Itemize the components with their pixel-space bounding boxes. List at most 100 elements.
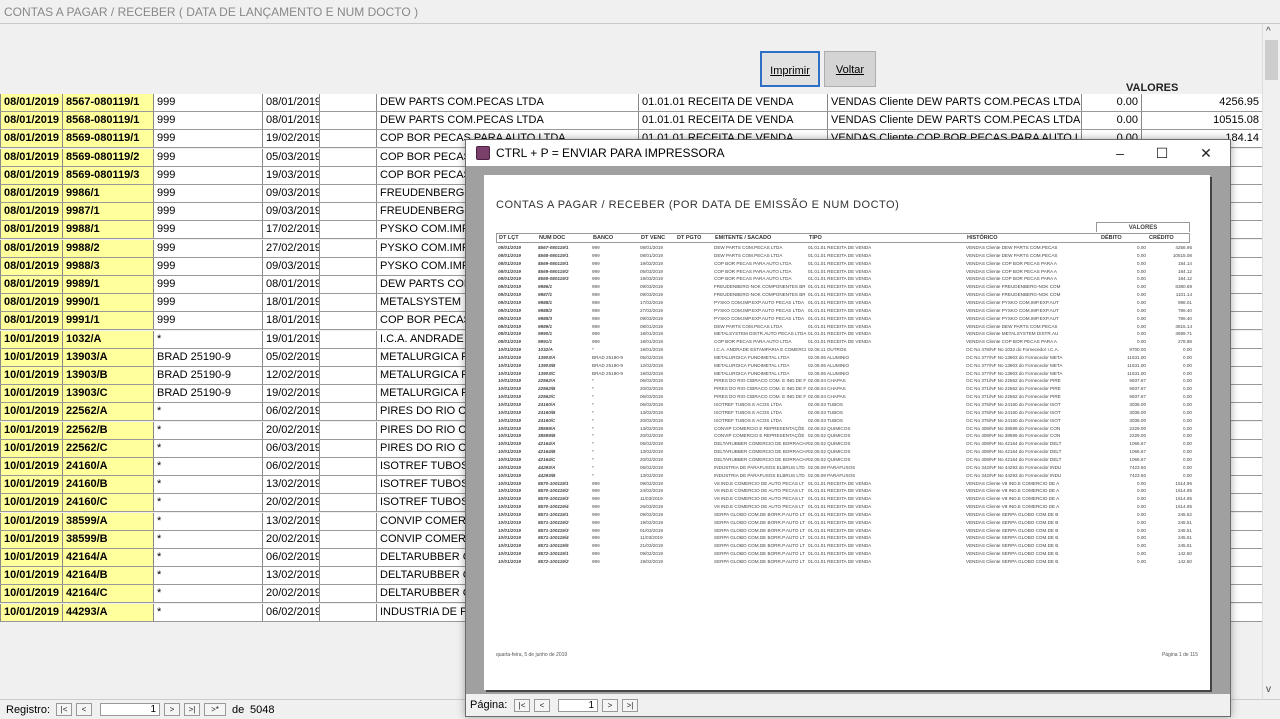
cell-dt-pgto[interactable] <box>319 185 376 202</box>
vertical-scrollbar[interactable]: ^ v <box>1262 24 1280 699</box>
prev-record-icon[interactable]: < <box>76 703 92 716</box>
cell-banco[interactable]: 999 <box>153 203 262 221</box>
cell-dt-venc[interactable]: 19/02/2019 <box>262 385 319 403</box>
cell-dt-venc[interactable]: 09/03/2019 <box>262 257 319 275</box>
cell-dt-lct[interactable]: 10/01/2019 <box>0 385 62 403</box>
cell-banco[interactable]: 999 <box>153 276 262 293</box>
cell-dt-venc[interactable]: 06/02/2019 <box>262 549 319 566</box>
cell-dt-pgto[interactable] <box>319 567 376 585</box>
cell-banco[interactable]: 999 <box>153 148 262 166</box>
cell-num-doc[interactable]: 9988/1 <box>62 221 153 239</box>
cell-num-doc[interactable]: 38599/B <box>62 530 153 548</box>
cell-dt-venc[interactable]: 18/01/2019 <box>262 294 319 312</box>
cell-num-doc[interactable]: 24160/A <box>62 458 153 475</box>
cell-banco[interactable]: 999 <box>153 185 262 202</box>
cell-banco[interactable]: * <box>153 585 262 603</box>
cell-num-doc[interactable]: 8567-080119/1 <box>62 94 153 111</box>
cell-dt-lct[interactable]: 10/01/2019 <box>0 458 62 475</box>
last-record-icon[interactable]: >| <box>184 703 200 716</box>
back-button[interactable]: Voltar <box>824 51 876 87</box>
cell-banco[interactable]: * <box>153 567 262 585</box>
cell-num-doc[interactable]: 8569-080119/3 <box>62 166 153 184</box>
cell-dt-lct[interactable]: 10/01/2019 <box>0 567 62 585</box>
minimize-icon[interactable]: – <box>1100 140 1140 166</box>
cell-banco[interactable]: 999 <box>153 112 262 130</box>
cell-dt-pgto[interactable] <box>319 257 376 275</box>
cell-dt-pgto[interactable] <box>319 94 376 111</box>
cell-dt-pgto[interactable] <box>319 330 376 348</box>
first-page-icon[interactable]: |< <box>514 699 530 712</box>
cell-banco[interactable]: 999 <box>153 166 262 184</box>
cell-dt-lct[interactable]: 08/01/2019 <box>0 239 62 257</box>
cell-debito[interactable]: 0.00 <box>1081 112 1141 130</box>
cell-banco[interactable]: * <box>153 330 262 348</box>
cell-num-doc[interactable]: 44293/A <box>62 603 153 621</box>
cell-dt-pgto[interactable] <box>319 476 376 494</box>
cell-banco[interactable]: * <box>153 549 262 566</box>
cell-dt-pgto[interactable] <box>319 166 376 184</box>
cell-historico[interactable]: VENDAS Cliente DEW PARTS COM.PECAS LTDA <box>827 112 1081 130</box>
cell-dt-venc[interactable]: 05/02/2019 <box>262 348 319 366</box>
cell-dt-venc[interactable]: 08/01/2019 <box>262 276 319 293</box>
cell-dt-lct[interactable]: 08/01/2019 <box>0 130 62 148</box>
cell-dt-venc[interactable]: 13/02/2019 <box>262 476 319 494</box>
table-row[interactable]: 08/01/2019 8567-080119/1 999 08/01/2019 DEW … <box>0 94 1262 112</box>
cell-num-doc[interactable]: 9988/3 <box>62 257 153 275</box>
cell-dt-venc[interactable]: 06/02/2019 <box>262 458 319 475</box>
cell-dt-venc[interactable]: 06/02/2019 <box>262 603 319 621</box>
cell-dt-lct[interactable]: 10/01/2019 <box>0 512 62 530</box>
cell-emitente[interactable]: DEW PARTS COM.PECAS LTDA <box>376 112 638 130</box>
new-record-icon[interactable]: >* <box>204 703 226 716</box>
cell-num-doc[interactable]: 24160/B <box>62 476 153 494</box>
cell-dt-pgto[interactable] <box>319 385 376 403</box>
cell-dt-lct[interactable]: 08/01/2019 <box>0 221 62 239</box>
cell-dt-lct[interactable]: 10/01/2019 <box>0 476 62 494</box>
cell-dt-lct[interactable]: 08/01/2019 <box>0 166 62 184</box>
cell-banco[interactable]: 999 <box>153 257 262 275</box>
cell-num-doc[interactable]: 42164/A <box>62 549 153 566</box>
preview-canvas[interactable]: CONTAS A PAGAR / RECEBER (POR DATA DE EM… <box>466 166 1230 694</box>
cell-dt-venc[interactable]: 06/02/2019 <box>262 403 319 421</box>
cell-banco[interactable]: 999 <box>153 294 262 312</box>
cell-num-doc[interactable]: 42164/C <box>62 585 153 603</box>
cell-dt-venc[interactable]: 08/01/2019 <box>262 94 319 111</box>
cell-dt-venc[interactable]: 17/02/2019 <box>262 221 319 239</box>
cell-num-doc[interactable]: 42164/B <box>62 567 153 585</box>
cell-banco[interactable]: BRAD 25190-9 <box>153 367 262 384</box>
close-icon[interactable]: ✕ <box>1186 140 1226 166</box>
cell-credito[interactable]: 10515.08 <box>1141 112 1262 130</box>
cell-banco[interactable]: BRAD 25190-9 <box>153 385 262 403</box>
cell-dt-pgto[interactable] <box>319 203 376 221</box>
cell-dt-pgto[interactable] <box>319 276 376 293</box>
cell-dt-lct[interactable]: 10/01/2019 <box>0 367 62 384</box>
cell-dt-venc[interactable]: 13/02/2019 <box>262 567 319 585</box>
cell-dt-lct[interactable]: 10/01/2019 <box>0 494 62 512</box>
cell-num-doc[interactable]: 8569-080119/2 <box>62 148 153 166</box>
cell-dt-venc[interactable]: 06/03/2019 <box>262 439 319 457</box>
cell-num-doc[interactable]: 38599/A <box>62 512 153 530</box>
cell-dt-pgto[interactable] <box>319 585 376 603</box>
cell-num-doc[interactable]: 1032/A <box>62 330 153 348</box>
cell-dt-pgto[interactable] <box>319 458 376 475</box>
cell-dt-pgto[interactable] <box>319 549 376 566</box>
cell-dt-pgto[interactable] <box>319 530 376 548</box>
cell-dt-pgto[interactable] <box>319 367 376 384</box>
next-record-icon[interactable]: > <box>164 703 180 716</box>
cell-num-doc[interactable]: 9986/1 <box>62 185 153 202</box>
cell-num-doc[interactable]: 8568-080119/1 <box>62 112 153 130</box>
record-number-input[interactable]: 1 <box>100 703 160 716</box>
cell-dt-pgto[interactable] <box>319 221 376 239</box>
cell-num-doc[interactable]: 22562/A <box>62 403 153 421</box>
cell-dt-venc[interactable]: 08/01/2019 <box>262 112 319 130</box>
cell-dt-venc[interactable]: 20/02/2019 <box>262 494 319 512</box>
cell-dt-lct[interactable]: 08/01/2019 <box>0 294 62 312</box>
cell-dt-venc[interactable]: 20/02/2019 <box>262 530 319 548</box>
cell-dt-lct[interactable]: 08/01/2019 <box>0 312 62 330</box>
scroll-down-icon[interactable]: v <box>1266 684 1271 695</box>
cell-dt-venc[interactable]: 18/01/2019 <box>262 312 319 330</box>
cell-dt-lct[interactable]: 10/01/2019 <box>0 403 62 421</box>
cell-num-doc[interactable]: 9990/1 <box>62 294 153 312</box>
cell-num-doc[interactable]: 13903/B <box>62 367 153 384</box>
cell-banco[interactable]: 999 <box>153 312 262 330</box>
cell-historico[interactable]: VENDAS Cliente DEW PARTS COM.PECAS LTDA <box>827 94 1081 111</box>
